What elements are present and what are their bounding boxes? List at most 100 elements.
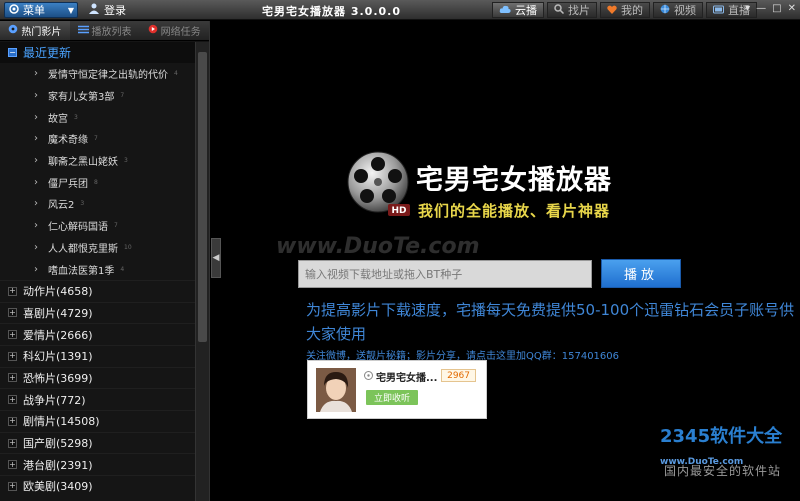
list-item[interactable]: › 人人都恨克里斯 10 bbox=[0, 237, 196, 259]
window-controls: ▾ — □ ✕ bbox=[745, 3, 796, 14]
app-title: 宅男宅女播放器 3.0.0.0 bbox=[262, 5, 401, 18]
recent-updates-node[interactable]: − 最近更新 bbox=[0, 42, 196, 63]
sidebar-collapse-handle[interactable]: ◀ bbox=[211, 238, 221, 278]
category-node[interactable]: + 港台剧(2391) bbox=[0, 453, 196, 475]
skin-icon[interactable]: ▾ bbox=[745, 3, 750, 14]
follow-button[interactable]: 立即收听 bbox=[366, 390, 418, 405]
url-input[interactable] bbox=[298, 260, 592, 288]
tab-label: 找片 bbox=[568, 4, 590, 17]
list-item[interactable]: › 爱情守恒定律之出轨的代价 4 bbox=[0, 63, 196, 85]
expand-icon[interactable]: + bbox=[8, 395, 17, 405]
play-button[interactable]: 播放 bbox=[601, 259, 681, 288]
category-node[interactable]: + 欧美剧(3409) bbox=[0, 475, 196, 497]
list-item[interactable]: › 聊斋之黑山姥妖 3 bbox=[0, 150, 196, 172]
expand-icon[interactable]: + bbox=[8, 416, 17, 426]
movie-title: 风云2 bbox=[48, 200, 75, 212]
list-item[interactable]: › 仁心解码国语 7 bbox=[0, 215, 196, 237]
category-node[interactable]: + 恐怖片(3699) bbox=[0, 366, 196, 389]
chevron-right-icon: › bbox=[34, 198, 38, 210]
chevron-right-icon: › bbox=[34, 263, 38, 275]
expand-icon[interactable]: + bbox=[8, 308, 17, 318]
film-icon bbox=[8, 24, 18, 37]
category-label: 爱情片(2666) bbox=[23, 328, 93, 342]
expand-icon[interactable]: + bbox=[8, 460, 17, 470]
tab-find-movies[interactable]: 找片 bbox=[547, 2, 597, 18]
list-item[interactable]: › 风云2 3 bbox=[0, 193, 196, 215]
movie-title: 仁心解码国语 bbox=[48, 222, 108, 234]
collapse-icon[interactable]: − bbox=[8, 48, 17, 57]
maximize-icon[interactable]: □ bbox=[772, 3, 781, 14]
category-label: 战争片(772) bbox=[23, 393, 86, 407]
category-label: 港台剧(2391) bbox=[23, 458, 93, 472]
tab-hot-movies[interactable]: 热门影片 bbox=[0, 21, 70, 40]
movie-title: 魔术奇缘 bbox=[48, 135, 88, 147]
sidebar-scrollbar[interactable] bbox=[195, 42, 209, 501]
tab-video[interactable]: 视频 bbox=[653, 2, 703, 18]
movie-title: 僵尸兵团 bbox=[48, 178, 88, 190]
user-icon bbox=[88, 3, 100, 17]
category-node[interactable]: + 喜剧片(4729) bbox=[0, 301, 196, 324]
chevron-right-icon: › bbox=[34, 176, 38, 188]
chevron-right-icon: › bbox=[34, 111, 38, 123]
list-item[interactable]: › 嗜血法医第1季 4 bbox=[0, 258, 196, 280]
menu-button[interactable]: 菜单 ▼ bbox=[4, 2, 78, 18]
category-label: 欧美剧(3409) bbox=[23, 480, 93, 494]
movie-title: 聊斋之黑山姥妖 bbox=[48, 157, 118, 169]
episode-count: 3 bbox=[74, 113, 78, 121]
category-label: 国产剧(5298) bbox=[23, 437, 93, 451]
category-node[interactable]: + 爱情片(2666) bbox=[0, 323, 196, 345]
tab-label: 我的 bbox=[621, 4, 643, 17]
record-icon bbox=[148, 24, 158, 37]
chevron-left-icon: ◀ bbox=[212, 253, 220, 263]
expand-icon[interactable]: + bbox=[8, 330, 17, 340]
tab-playlist[interactable]: 播放列表 bbox=[70, 21, 140, 40]
account-name[interactable]: 宅男宅女播... bbox=[364, 369, 437, 384]
list-item[interactable]: › 魔术奇缘 7 bbox=[0, 128, 196, 150]
login-button[interactable]: 登录 bbox=[88, 2, 126, 18]
top-tabs: 云播 找片 我的 视频 直播 bbox=[492, 2, 757, 18]
close-icon[interactable]: ✕ bbox=[788, 3, 796, 14]
tab-network-tasks[interactable]: 网络任务 bbox=[139, 21, 209, 40]
episode-count: 7 bbox=[114, 222, 118, 230]
avatar[interactable] bbox=[316, 368, 356, 412]
movie-title: 家有儿女第3部 bbox=[48, 92, 115, 104]
promo-link[interactable]: 为提高影片下载速度，宅播每天免费提供50-100个迅雷钻石会员子账号供大家使用 bbox=[306, 298, 796, 346]
tv-icon bbox=[713, 4, 724, 17]
episode-count: 10 bbox=[124, 243, 132, 251]
movie-title: 人人都恨克里斯 bbox=[48, 243, 118, 255]
sidebar: 热门影片 播放列表 网络任务 − 最近更新 › 爱情守恒定律之出轨的代价 4 › 家有… bbox=[0, 21, 210, 501]
category-label: 剧情片(14508) bbox=[23, 415, 100, 429]
list-item[interactable]: › 家有儿女第3部 7 bbox=[0, 85, 196, 107]
expand-icon[interactable]: + bbox=[8, 351, 17, 361]
tab-mine[interactable]: 我的 bbox=[600, 2, 650, 18]
category-label: 科幻片(1391) bbox=[23, 350, 93, 364]
chevron-down-icon: ▼ bbox=[67, 5, 74, 15]
brand-subtitle: 国内最安全的软件站 bbox=[664, 464, 782, 478]
episode-count: 7 bbox=[94, 135, 98, 143]
app-slogan: 我们的全能播放、看片神器 bbox=[418, 202, 611, 220]
minimize-icon[interactable]: — bbox=[756, 3, 766, 14]
heart-icon bbox=[607, 4, 617, 17]
chevron-right-icon: › bbox=[34, 241, 38, 253]
expand-icon[interactable]: + bbox=[8, 373, 17, 383]
episode-count: 3 bbox=[80, 200, 85, 208]
hd-badge: HD bbox=[391, 206, 406, 216]
category-node[interactable]: + 国产剧(5298) bbox=[0, 431, 196, 454]
category-node[interactable]: + 动作片(4658) bbox=[0, 279, 196, 302]
expand-icon[interactable]: + bbox=[8, 481, 17, 491]
category-node[interactable]: + 科幻片(1391) bbox=[0, 344, 196, 367]
category-node[interactable]: + 战争片(772) bbox=[0, 388, 196, 410]
category-node[interactable]: + 剧情片(14508) bbox=[0, 410, 196, 432]
movie-title: 爱情守恒定律之出轨的代价 bbox=[48, 70, 168, 82]
weibo-icon bbox=[364, 370, 373, 383]
expand-icon[interactable]: + bbox=[8, 286, 17, 296]
menu-icon bbox=[9, 3, 19, 17]
scrollbar-thumb[interactable] bbox=[198, 52, 207, 342]
recent-updates-label: 最近更新 bbox=[23, 46, 72, 60]
list-item[interactable]: › 故宫 3 bbox=[0, 106, 196, 128]
follower-count: 2967 bbox=[441, 369, 476, 382]
expand-icon[interactable]: + bbox=[8, 438, 17, 448]
list-item[interactable]: › 僵尸兵团 8 bbox=[0, 171, 196, 193]
tab-label: 播放列表 bbox=[91, 27, 132, 38]
tab-cloud-play[interactable]: 云播 bbox=[492, 2, 544, 18]
